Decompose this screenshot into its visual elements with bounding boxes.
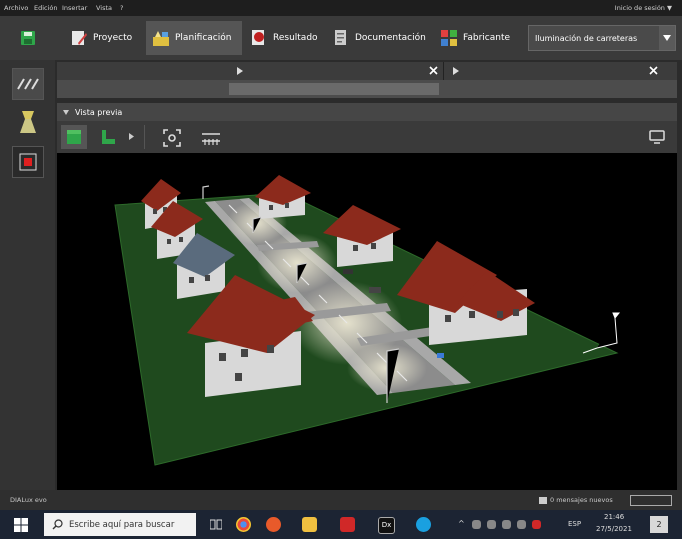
close-icon[interactable] — [649, 66, 658, 75]
battery-icon[interactable] — [517, 520, 526, 529]
dialux-icon[interactable]: Dx — [378, 517, 395, 534]
security-icon[interactable] — [532, 520, 541, 529]
pdf-reader-icon[interactable] — [340, 517, 355, 532]
menu-bar: Archivo Edición Insertar Vista ? Inicio … — [0, 0, 682, 16]
save-button[interactable] — [14, 21, 42, 55]
preview-header[interactable]: Vista previa — [57, 103, 677, 121]
taskbar-search-input[interactable]: Escribe aquí para buscar — [44, 513, 196, 536]
collapse-icon — [63, 109, 69, 115]
progress-bar — [630, 495, 672, 506]
search-icon — [52, 519, 63, 530]
manufacturer-icon — [441, 30, 457, 46]
login-button[interactable]: Inicio de sesión ▼ — [615, 4, 672, 12]
calculation-object-icon — [19, 153, 37, 171]
panel-tab-strip — [57, 62, 677, 80]
documentation-icon — [335, 30, 346, 45]
toolbar-separator — [144, 125, 145, 149]
left-sidebar — [0, 60, 55, 490]
chevron-right-icon[interactable] — [129, 133, 134, 140]
menu-edicion[interactable]: Edición — [34, 4, 58, 12]
sidebar-button-luminaires[interactable] — [12, 106, 44, 138]
tab-planificacion[interactable]: Planificación — [146, 21, 242, 55]
message-icon[interactable] — [538, 495, 548, 505]
project-icon — [72, 31, 87, 45]
firefox-icon[interactable] — [266, 517, 281, 532]
menu-vista[interactable]: Vista — [96, 4, 112, 12]
tab-resultado[interactable]: Resultado — [244, 21, 322, 55]
panel-divider — [443, 62, 444, 80]
task-view-icon[interactable] — [210, 519, 222, 530]
pen-icon[interactable] — [487, 520, 496, 529]
luminaire-icon — [20, 111, 36, 133]
windows-taskbar: Escribe aquí para buscar Dx ^ ESP 21:46 … — [0, 510, 682, 539]
streets-icon — [17, 78, 39, 90]
zoom-fit-icon[interactable] — [163, 129, 181, 147]
clock-time[interactable]: 21:46 — [604, 513, 624, 521]
3d-scene — [114, 175, 621, 466]
chevron-right-icon[interactable] — [237, 67, 243, 75]
volume-icon[interactable] — [502, 520, 511, 529]
planning-icon — [153, 31, 169, 46]
sidebar-button-planning[interactable] — [12, 68, 44, 100]
project-type-select[interactable]: Iluminación de carreteras — [528, 25, 676, 51]
language-indicator[interactable]: ESP — [568, 520, 581, 528]
house — [255, 175, 311, 219]
messages-count[interactable]: 0 mensajes nuevos — [550, 496, 613, 504]
tab-documentacion[interactable]: Documentación — [326, 21, 430, 55]
network-icon[interactable] — [472, 520, 481, 529]
app-label: DIALux evo — [10, 496, 47, 504]
menu-insertar[interactable]: Insertar — [62, 4, 87, 12]
result-icon — [252, 30, 264, 45]
tray-chevron-icon[interactable]: ^ — [458, 519, 465, 528]
chevron-right-icon[interactable] — [453, 67, 459, 75]
menu-help[interactable]: ? — [120, 4, 123, 12]
chrome-icon[interactable] — [236, 517, 251, 532]
chevron-down-icon — [659, 26, 675, 50]
floor-plan-icon — [102, 130, 115, 144]
status-bar: DIALux evo 0 mensajes nuevos — [0, 490, 682, 510]
clock-date[interactable]: 27/5/2021 — [596, 525, 632, 533]
file-explorer-icon[interactable] — [302, 517, 317, 532]
floor-plan-button[interactable] — [95, 125, 121, 149]
main-toolbar: Proyecto Planificación Resultado Documen… — [0, 16, 682, 60]
windows-start-icon[interactable] — [14, 518, 28, 532]
notification-center-icon[interactable]: 2 — [650, 516, 668, 533]
3d-viewport[interactable] — [57, 153, 677, 490]
tab-proyecto[interactable]: Proyecto — [64, 21, 142, 55]
3d-view-button[interactable] — [61, 125, 87, 149]
menu-archivo[interactable]: Archivo — [4, 4, 28, 12]
preview-toolbar — [57, 121, 677, 153]
sign — [437, 353, 444, 358]
tab-fabricante[interactable]: Fabricante — [434, 21, 516, 55]
edge-icon[interactable] — [416, 517, 431, 532]
cube-icon — [67, 130, 81, 144]
horizontal-scrollbar[interactable] — [229, 83, 439, 95]
save-icon — [21, 31, 35, 45]
close-icon[interactable] — [429, 66, 438, 75]
monitor-icon[interactable] — [649, 130, 665, 144]
measure-icon[interactable] — [201, 129, 221, 147]
panel-scroll-strip — [57, 80, 677, 98]
car — [369, 287, 381, 293]
preview-title: Vista previa — [75, 107, 123, 117]
car — [343, 269, 353, 274]
sidebar-button-calculation[interactable] — [12, 146, 44, 178]
